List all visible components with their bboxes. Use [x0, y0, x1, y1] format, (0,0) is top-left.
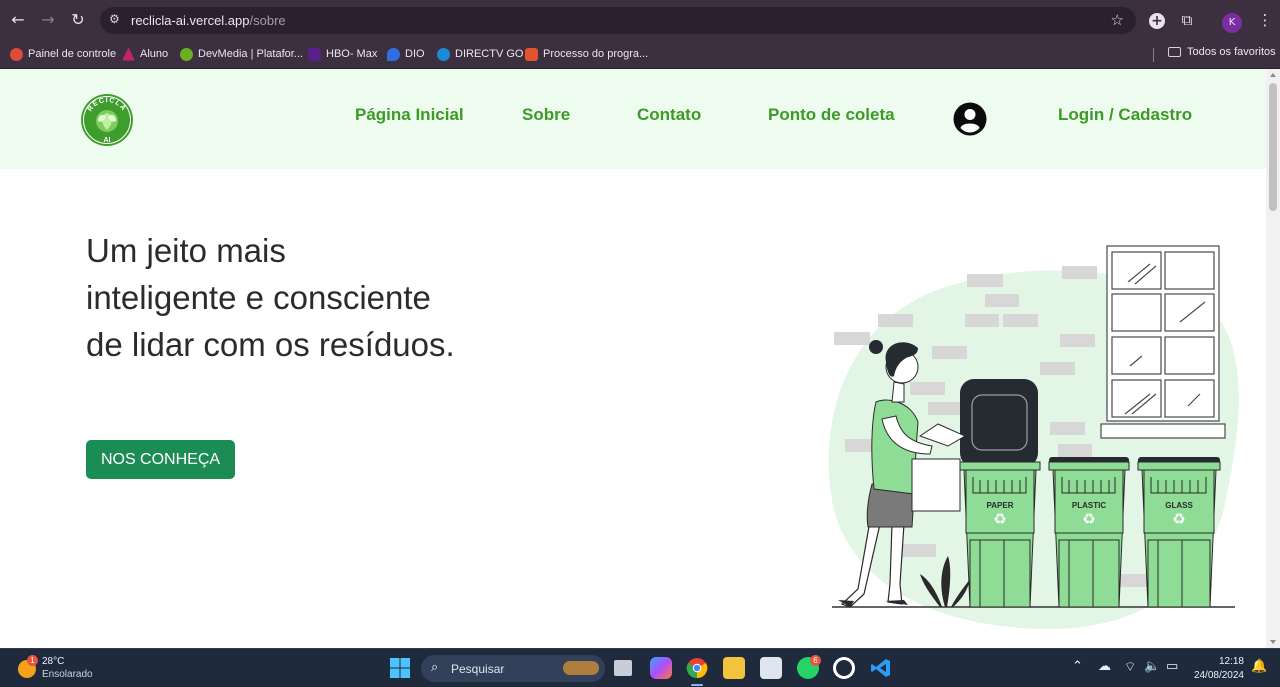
sun-icon: 1 [18, 655, 38, 678]
browser-menu-icon[interactable]: ⋮ [1254, 9, 1276, 31]
paper-bin: PAPER ♻ [959, 461, 1041, 608]
copilot-icon[interactable] [650, 657, 672, 679]
svg-text:AI: AI [104, 137, 111, 144]
chrome-icon[interactable] [686, 657, 708, 679]
reload-icon[interactable]: ↻ [68, 10, 88, 30]
scroll-up-arrow-icon[interactable] [1270, 73, 1276, 77]
svg-text:♻: ♻ [1172, 510, 1185, 528]
bookmark-item[interactable]: DevMedia | Platafor... [180, 46, 303, 62]
glass-bin: GLASS ♻ [1137, 457, 1221, 608]
wifi-icon[interactable]: ⌔ [1124, 659, 1136, 675]
svg-text:PLASTIC: PLASTIC [1072, 501, 1106, 510]
bookmark-item[interactable]: HBO- Max [308, 46, 377, 62]
hero-line: inteligente e consciente [86, 279, 431, 316]
nav-ponto-de-coleta[interactable]: Ponto de coleta [768, 105, 895, 125]
show-hidden-icons-chevron-icon[interactable]: ⌃ [1072, 659, 1083, 674]
bookmark-item[interactable]: Aluno [122, 46, 168, 62]
page-scrollbar[interactable] [1266, 69, 1280, 648]
bookmarks-divider [1153, 48, 1154, 62]
site-header: RECICLA AI Página Inicial Sobre Contato … [0, 69, 1266, 169]
browser-toolbar: ← → ↻ ⚙ reclicla-ai.vercel.app/sobre ☆ +… [0, 0, 1280, 40]
svg-text:PAPER: PAPER [987, 501, 1014, 510]
bookmark-star-icon[interactable]: ☆ [1111, 11, 1124, 29]
address-bar[interactable]: ⚙ reclicla-ai.vercel.app/sobre ☆ [100, 7, 1136, 34]
window-decoration [1100, 245, 1226, 439]
profile-avatar[interactable]: K [1221, 9, 1243, 33]
hbo-max-icon [308, 47, 321, 61]
scroll-down-arrow-icon[interactable] [1270, 640, 1276, 644]
bookmarks-bar: Painel de controle Aluno DevMedia | Plat… [0, 40, 1280, 69]
volume-icon[interactable]: 🔈 [1144, 659, 1160, 674]
nav-pagina-inicial[interactable]: Página Inicial [355, 105, 464, 125]
bookmark-item[interactable]: Processo do progra... [525, 46, 648, 62]
bookmark-item[interactable]: DIRECTV GO [437, 46, 523, 62]
all-bookmarks-button[interactable]: Todos os favoritos [1168, 46, 1276, 58]
aluno-logo-icon [122, 47, 135, 61]
scrollbar-thumb[interactable] [1269, 83, 1277, 211]
recycling-bins-illustration: PAPER ♻ PLASTIC ♻ GLASS ♻ [828, 245, 1239, 629]
search-icon: ⌕ [431, 660, 439, 675]
bookmark-item[interactable]: Painel de controle [10, 46, 116, 62]
hero-heading: Um jeito mais inteligente e consciente d… [86, 227, 506, 368]
hero-line: Um jeito mais [86, 232, 286, 269]
forward-arrow-icon[interactable]: → [38, 10, 58, 30]
vscode-icon[interactable] [870, 657, 892, 679]
directv-icon [437, 47, 450, 61]
nos-conheca-button[interactable]: NOS CONHEÇA [86, 440, 235, 479]
devmedia-icon [180, 47, 193, 61]
system-clock[interactable]: 12:18 24/08/2024 [1192, 655, 1244, 683]
hero-line: de lidar com os resíduos. [86, 326, 455, 363]
folder-icon [1168, 47, 1181, 57]
taskbar-search[interactable]: ⌕ Pesquisar [421, 655, 605, 682]
dio-icon [387, 47, 400, 61]
weather-widget[interactable]: 1 28°C Ensolarado [18, 655, 93, 681]
weather-condition: Ensolarado [42, 669, 93, 680]
search-highlight-image [563, 661, 599, 675]
back-arrow-icon[interactable]: ← [8, 10, 28, 30]
dark-bin-decoration [960, 379, 1038, 467]
folder-red-icon [525, 47, 538, 61]
plastic-bin: PLASTIC ♻ [1048, 457, 1130, 608]
svg-text:GLASS: GLASS [1165, 501, 1193, 510]
green-bins-decoration: PAPER ♻ PLASTIC ♻ GLASS ♻ [959, 457, 1221, 608]
temperature: 28°C [42, 656, 65, 667]
svg-text:♻: ♻ [993, 510, 1006, 528]
site-info-icon[interactable]: ⚙ [109, 12, 123, 26]
active-app-indicator [691, 684, 703, 686]
recicla-ai-logo[interactable]: RECICLA AI [80, 93, 134, 147]
extensions-puzzle-icon[interactable]: ⧉ [1176, 9, 1198, 31]
page-viewport: RECICLA AI Página Inicial Sobre Contato … [0, 69, 1266, 648]
new-extension-icon[interactable]: + [1146, 9, 1168, 31]
windows-taskbar: 1 28°C Ensolarado ⌕ Pesquisar 6 ⌃ ☁ ⌔ 🔈 … [0, 648, 1280, 687]
file-explorer-icon[interactable] [723, 657, 745, 679]
nav-sobre[interactable]: Sobre [522, 105, 570, 125]
gear-red-icon [10, 47, 23, 61]
github-icon[interactable] [833, 657, 855, 679]
svg-text:♻: ♻ [1082, 510, 1095, 528]
task-view-icon[interactable] [614, 660, 632, 676]
battery-icon[interactable]: ▭ [1166, 659, 1178, 674]
bookmark-item[interactable]: DIO [387, 46, 425, 62]
microsoft-store-icon[interactable] [760, 657, 782, 679]
windows-start-icon[interactable] [389, 657, 411, 679]
url-text: reclicla-ai.vercel.app/sobre [131, 13, 286, 28]
user-account-icon[interactable] [953, 102, 987, 136]
notification-bell-icon[interactable]: 🔔 [1251, 659, 1267, 674]
whatsapp-badge: 6 [810, 655, 821, 666]
nav-contato[interactable]: Contato [637, 105, 701, 125]
nav-login-cadastro[interactable]: Login / Cadastro [1058, 105, 1192, 125]
onedrive-cloud-icon[interactable]: ☁ [1098, 659, 1111, 674]
